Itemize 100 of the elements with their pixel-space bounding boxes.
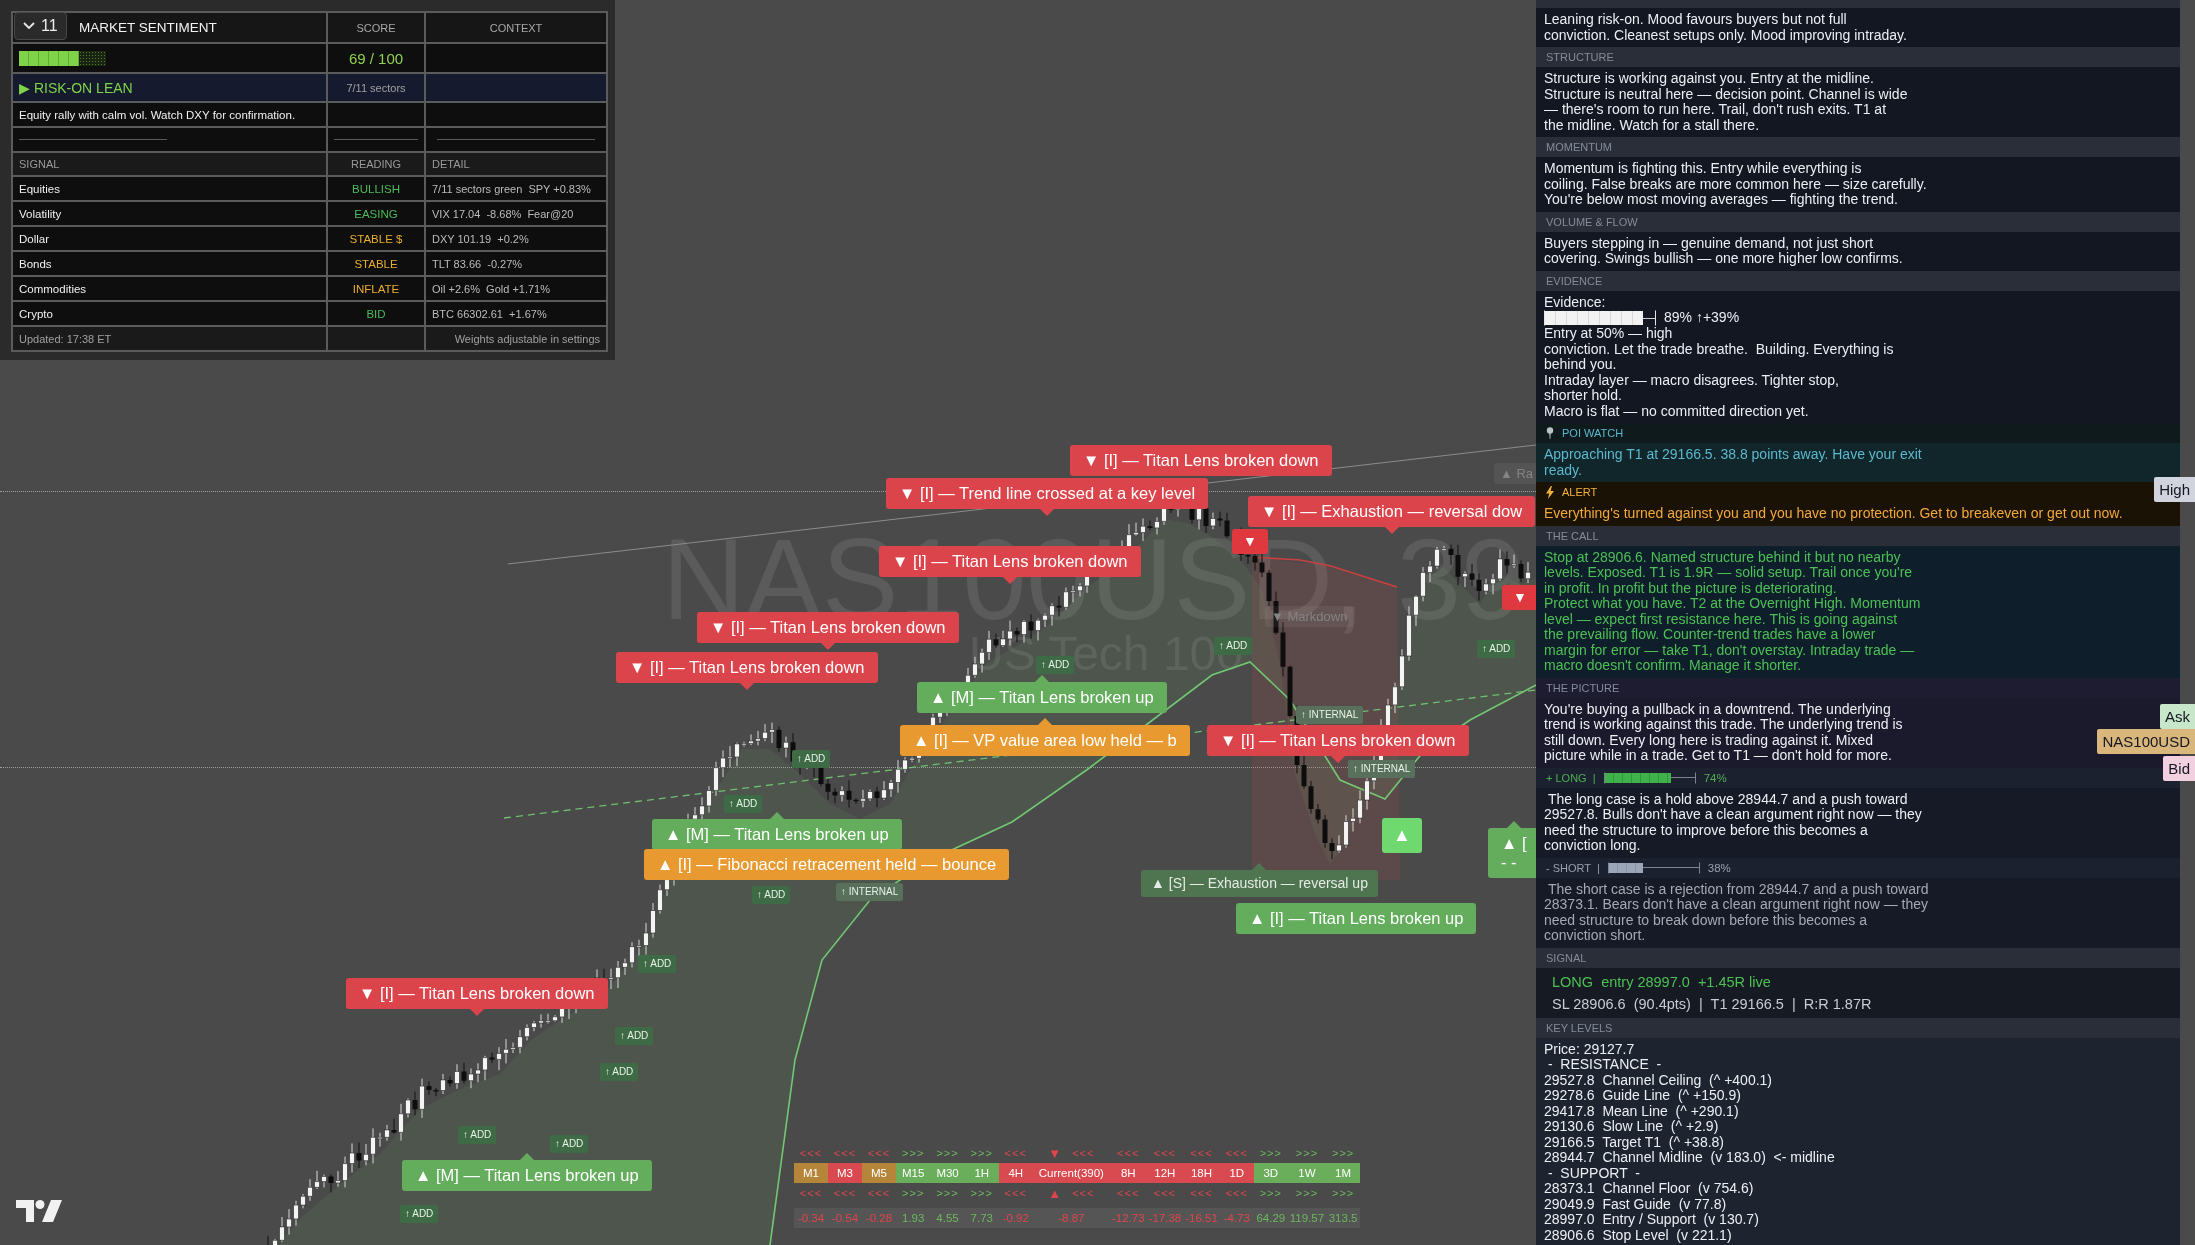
internal-tag: ↑ INTERNAL [836,883,904,901]
pointer-icon [1252,863,1267,870]
signal-label: ▼ [I] — Titan Lens broken down [346,978,608,1009]
trend-arrows: >>> [1295,1187,1319,1199]
add-tag: ↑ ADD [1477,640,1516,658]
signal-name: Equities [13,177,326,200]
signal-label: ▼ [I] — Titan Lens broken down [616,652,878,683]
trend-arrows: <<< [1190,1147,1213,1159]
timeframe-change: -0.92 [998,1208,1033,1228]
signal-label: ▲ [I] — Titan Lens broken up [1236,903,1477,934]
poi-message: Approaching T1 at 29166.5. 38.8 points away. Have your exit ready. [1536,443,2180,482]
signal-detail: VIX 17.04 -8.68% Fear@20 [426,202,606,225]
timeframe-label: 12H [1146,1163,1184,1183]
trend-arrows: >>> [1259,1187,1282,1199]
pointer-icon [469,1009,484,1016]
trend-arrows: <<< [1225,1187,1248,1199]
signal-marker: ▲ [1382,818,1422,853]
add-tag: ↑ ADD [724,795,763,813]
timeframe-change: -12.73 [1109,1208,1147,1228]
signal-label: ▼ [I] — Titan Lens broken down [1207,725,1469,756]
trend-arrows: >>> [1295,1147,1319,1159]
internal-tag: ↑ INTERNAL [1296,706,1364,724]
trend-arrows: <<< [1117,1147,1140,1159]
timeframe-label: 1D [1219,1163,1254,1183]
summary-text: Equity rally with calm vol. Watch DXY for confirmation. [13,103,326,126]
timeframe-change: 1.93 [896,1208,931,1228]
pointer-icon [1384,527,1399,534]
alert-message: Everything's turned against you and you have no protection. Get to breakeven or get out now. [1536,502,2180,526]
signal-detail: Oil +2.6% Gold +1.71% [426,277,606,300]
timeframe-change: -0.34 [794,1208,828,1228]
collapse-button[interactable]: 11 [14,12,67,40]
trend-arrows: >>> [1259,1147,1282,1159]
trend-arrows: <<< [1153,1187,1176,1199]
section-title: STRUCTURE [1546,51,1614,63]
section-title: MOMENTUM [1546,141,1612,153]
add-tag: ↑ ADD [400,1205,439,1223]
add-tag: ↑ ADD [752,886,791,904]
add-tag: ↑ ADD [600,1063,639,1081]
trend-arrows: <<< [1153,1147,1176,1159]
section-title: + LONG | [1546,771,1596,784]
pointer-icon [1034,675,1049,682]
trend-arrows: >>> [902,1187,925,1199]
trend-arrows: <<< [867,1187,891,1199]
signal-reading: BID [328,302,424,325]
timeframe-change: -16.51 [1183,1208,1220,1228]
section-title: POI WATCH [1562,427,1624,439]
timeframe-label: 4H [998,1163,1033,1183]
timeframe-label: 3D [1253,1163,1288,1183]
trend-arrows: >>> [902,1147,925,1159]
signal-detail: TLT 83.66 -0.27% [426,252,606,275]
trend-arrows: >>> [1331,1187,1355,1199]
trend-arrows: <<< [1225,1147,1248,1159]
signal-reading: EASING [328,202,424,225]
signal-reading: BULLISH [328,177,424,200]
sector-count: 7/11 sectors [328,74,424,101]
timeframe-change: 119.57 [1287,1208,1327,1228]
signal-detail: 7/11 sectors green SPY +0.83% [426,177,606,200]
section-title: VOLUME & FLOW [1546,215,1638,228]
long-case-text: The long case is a hold above 28944.7 and a push toward 29527.8. Bulls don't have a clean argument right now — they need the structure to improve before this becomes a conviction long. [1536,787,2180,858]
internal-tag: ↑ INTERNAL [1348,760,1416,778]
signal-risk-line: SL 28906.6 (90.4pts) | T1 29166.5 | R:R 1.87R [1552,994,1873,1014]
signal-reading: INFLATE [328,277,424,300]
timeframe-change: 64.29 [1253,1208,1288,1228]
lightning-icon [1546,485,1554,499]
settings-note: Weights adjustable in settings [426,327,606,350]
key-levels-list: Price: 29127.7 - RESISTANCE - 29527.8 Channel Ceiling (^ +400.1) 29278.6 Guide Line (^ +150.9) 29417.8 Mean Line (^ +290.1) 29130.6 Slow Line (^ +2.9) 29166.5 Target T1 (^ +38.8) 28944.7 Channel Midline (v 183.0) <- midline - SUPPORT - 28373.1 Channel Floor (v 754.6) 29049.9 Fast Guide (v 77.8) 28997.0 Entry / Support (v 130.7) 28906.6 Stop Level (v 221.1) [1536,1037,2180,1245]
price-tag: High [2154,477,2195,502]
pin-icon [1546,427,1554,439]
timeframe-change: 7.73 [964,1208,999,1228]
add-tag: ↑ ADD [638,955,677,973]
section-title: - SHORT | [1546,861,1600,874]
signal-label: ▲ [M] — Titan Lens broken up [402,1160,652,1191]
section-title: THE PICTURE [1546,681,1620,694]
timeframe-label: M3 [828,1163,862,1183]
pointer-icon [739,683,754,690]
section-title: KEY LEVELS [1546,1021,1613,1034]
timeframe-label: 1H [964,1163,999,1183]
evidence-label: Evidence: [1544,294,1607,310]
level-label: ▲ [I] — VP value area low held — b [900,725,1190,756]
level-label: ▲ [I] — Fibonacci retracement held — bounce [644,849,1010,880]
trend-arrows: <<< [867,1147,891,1159]
pointer-icon [519,1153,534,1160]
trend-arrows: >>> [970,1147,993,1159]
timeframe-change: -8.87 [1032,1208,1110,1228]
timeframe-label: 18H [1183,1163,1220,1183]
signal-label: ▲ [M] — Titan Lens broken up [652,819,902,850]
strength-percent: 38% [1707,861,1731,874]
column-header: CONTEXT [426,13,606,42]
section-title: THE CALL [1546,529,1599,542]
trend-arrows: <<< [833,1187,857,1199]
add-tag: ↑ ADD [458,1126,497,1144]
signal-detail: BTC 66302.61 +1.67% [426,302,606,325]
column-header: SIGNAL [13,153,326,175]
timeframe-change: -17.38 [1146,1208,1184,1228]
column-header: DETAIL [426,153,606,175]
logo-icon[interactable] [16,1200,62,1222]
pointer-icon [769,812,784,819]
timeframe-label: M5 [862,1163,896,1183]
add-tag: ↑ ADD [550,1135,589,1153]
column-header: READING [328,153,424,175]
